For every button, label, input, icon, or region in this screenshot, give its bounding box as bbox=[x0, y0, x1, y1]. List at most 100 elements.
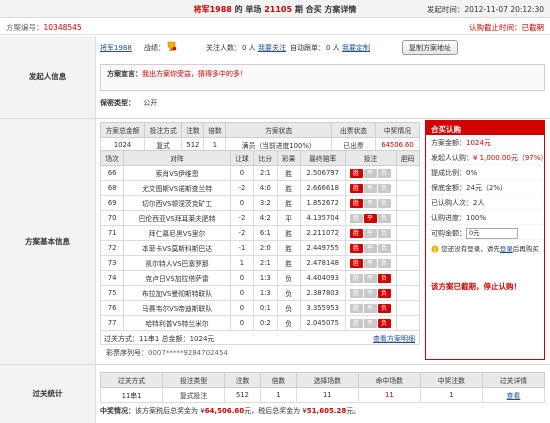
bet-option-badge: 负 bbox=[377, 243, 391, 253]
title-end: 期 合买 方案详情 bbox=[292, 5, 357, 14]
plan-id-label: 方案编号： bbox=[6, 23, 44, 32]
bet-option-badge: 胜 bbox=[349, 198, 363, 208]
syn-initiator-label: 发起人认购： bbox=[431, 154, 473, 162]
stats-header: 选择场数 bbox=[295, 372, 359, 388]
match-number: 69 bbox=[99, 195, 125, 211]
bet-option-badge: 平 bbox=[363, 273, 377, 283]
follow-link[interactable]: 我要关注 bbox=[258, 43, 286, 53]
match-row: 75 布拉加VS曼彻斯特联队 0 1:3 负 2.387803 胜平负 bbox=[99, 285, 421, 301]
match-result: 胜 bbox=[276, 240, 301, 256]
syn-guarantee-row: 保底金额：24元（2%） bbox=[426, 180, 544, 195]
match-number: 71 bbox=[99, 225, 125, 241]
summary-header: 出票状态 bbox=[330, 122, 376, 138]
match-teams: 索肖VS伊维恩 bbox=[123, 165, 231, 181]
match-result: 胜 bbox=[276, 255, 301, 271]
syn-total-row: 方案金额：1024元 bbox=[426, 135, 544, 150]
syn-buy-amount-input[interactable]: 0元 bbox=[466, 228, 518, 239]
title-mid: 的 单场 bbox=[231, 5, 265, 14]
syn-closed-text: 该方案已截期，停止认购！ bbox=[431, 282, 521, 291]
declaration-label: 方案宣言： bbox=[107, 70, 142, 78]
match-bet-options: 胜平负 bbox=[344, 300, 397, 316]
match-handicap: 0 bbox=[229, 165, 255, 181]
bet-option-badge: 胜 bbox=[349, 183, 363, 193]
summary-header: 方案总金额 bbox=[100, 122, 145, 138]
login-link[interactable]: 登录 bbox=[500, 245, 513, 253]
ticket-value: 0007*****9284702454 bbox=[148, 349, 228, 357]
title-user[interactable]: 将军1988 bbox=[194, 5, 232, 14]
stats-header: 中奖注数 bbox=[419, 372, 483, 388]
match-score: 1:3 bbox=[253, 270, 278, 286]
prize-mid: 元，税后总奖金为 ¥ bbox=[244, 407, 307, 415]
stats-table-wrap: 过关方式 投注类型 注数 倍数 选择场数 命中场数 中奖注数 过关详情 11串1… bbox=[99, 372, 546, 416]
match-handicap: -2 bbox=[229, 210, 255, 226]
initiator-user-link[interactable]: 将军1988 bbox=[100, 43, 132, 53]
copy-url-button[interactable]: 复制方案地址 bbox=[402, 40, 458, 55]
view-plan-detail-link[interactable]: 查看方案明细 bbox=[373, 334, 415, 344]
match-header-row: 场次 对阵 让球 比分 彩果 最终赔率 投注 胆码 bbox=[99, 150, 421, 166]
bet-option-badge: 平 bbox=[363, 303, 377, 313]
stats-table: 过关方式 投注类型 注数 倍数 选择场数 命中场数 中奖注数 过关详情 11串1… bbox=[99, 372, 546, 403]
syndicate-panel: 合买认购 方案金额：1024元 发起人认购：¥ 1,000.00元（97%） 提… bbox=[425, 120, 547, 360]
match-odds: 2.666618 bbox=[299, 180, 346, 196]
stats-header: 过关详情 bbox=[481, 372, 546, 388]
syn-commission-label: 提成比例： bbox=[431, 169, 466, 177]
declaration-box: 方案宣言：我出方案你受益，猜得多中的多！ bbox=[100, 64, 545, 91]
match-banker bbox=[395, 165, 421, 181]
match-number: 74 bbox=[99, 270, 125, 286]
stats-detail-link[interactable]: 查看 bbox=[481, 387, 546, 403]
syn-login-end: 后再购买 bbox=[512, 245, 539, 253]
syn-progress-label: 认购进度： bbox=[431, 214, 466, 222]
bet-option-badge: 负 bbox=[377, 318, 391, 328]
match-handicap: 0 bbox=[229, 270, 255, 286]
match-result: 负 bbox=[276, 315, 301, 331]
stats-header: 注数 bbox=[224, 372, 261, 388]
bet-option-badge: 负 bbox=[377, 198, 391, 208]
auto-follow-link[interactable]: 我要定制 bbox=[342, 43, 370, 53]
match-handicap: 0 bbox=[229, 195, 255, 211]
match-teams: 本菲卡VS莫斯科斯巴达 bbox=[123, 240, 231, 256]
match-teams: 克卢日VS加拉塔萨雷 bbox=[123, 270, 231, 286]
stats-header-row: 过关方式 投注类型 注数 倍数 选择场数 命中场数 中奖注数 过关详情 bbox=[99, 372, 546, 388]
match-bet-options: 胜平负 bbox=[344, 285, 397, 301]
match-row: 76 马赛韦尔VS帝迪斯联队 0 0:1 负 3.355953 胜平负 bbox=[99, 300, 421, 316]
stats-cell: 11 bbox=[295, 387, 359, 403]
match-row: 74 克卢日VS加拉塔萨雷 0 1:3 负 4.404093 胜平负 bbox=[99, 270, 421, 286]
match-score: 6:1 bbox=[253, 225, 278, 241]
prize-end: 元。 bbox=[346, 407, 361, 415]
match-number: 68 bbox=[99, 180, 125, 196]
match-header: 彩果 bbox=[276, 150, 301, 166]
stats-cell: 11 bbox=[357, 387, 421, 403]
match-table-wrap: 场次 对阵 让球 比分 彩果 最终赔率 投注 胆码 66 索肖VS伊维恩 0 2:1 胜… bbox=[99, 150, 421, 345]
bet-option-badge: 胜 bbox=[349, 303, 363, 313]
bet-option-badge: 负 bbox=[377, 168, 391, 178]
bet-option-badge: 平 bbox=[363, 168, 377, 178]
match-number: 70 bbox=[99, 210, 125, 226]
match-bet-options: 胜平负 bbox=[344, 165, 397, 181]
match-handicap: 0 bbox=[229, 300, 255, 316]
publish-label: 发起时间： bbox=[426, 5, 465, 14]
match-bet-options: 胜平负 bbox=[344, 240, 397, 256]
match-number: 72 bbox=[99, 240, 125, 256]
plan-section-label: 方案基本信息 bbox=[0, 119, 96, 364]
stats-header: 命中场数 bbox=[357, 372, 421, 388]
match-header: 对阵 bbox=[123, 150, 231, 166]
match-banker bbox=[395, 210, 421, 226]
match-handicap: -2 bbox=[229, 225, 255, 241]
match-row: 73 凯尔特人VS巴塞罗那 1 2:1 胜 2.478148 胜平负 bbox=[99, 255, 421, 271]
stats-cell: 1 bbox=[259, 387, 297, 403]
match-score: 2:1 bbox=[253, 255, 278, 271]
summary-header: 中奖情况 bbox=[374, 122, 421, 138]
summary-table: 方案总金额 投注方式 注数 倍数 方案状态 出票状态 中奖情况 1024 复式 … bbox=[100, 122, 421, 153]
match-banker bbox=[395, 240, 421, 256]
prize-value-2: 51,605.28 bbox=[306, 407, 347, 415]
match-teams: 拜仁慕尼黑VS里尔 bbox=[123, 225, 231, 241]
title-bar: 将军1988 的 单场 21105 期 合买 方案详情 发起时间：2012-11… bbox=[0, 0, 550, 18]
match-banker bbox=[395, 195, 421, 211]
match-score: 3:2 bbox=[253, 195, 278, 211]
match-odds: 2.449755 bbox=[299, 240, 346, 256]
match-header: 比分 bbox=[253, 150, 278, 166]
match-teams: 巴伦西亚VS拜耳莱夫肥特 bbox=[123, 210, 231, 226]
match-number: 76 bbox=[99, 300, 125, 316]
stats-header: 投注类型 bbox=[162, 372, 226, 388]
syn-guarantee-label: 保底金额： bbox=[431, 184, 466, 192]
